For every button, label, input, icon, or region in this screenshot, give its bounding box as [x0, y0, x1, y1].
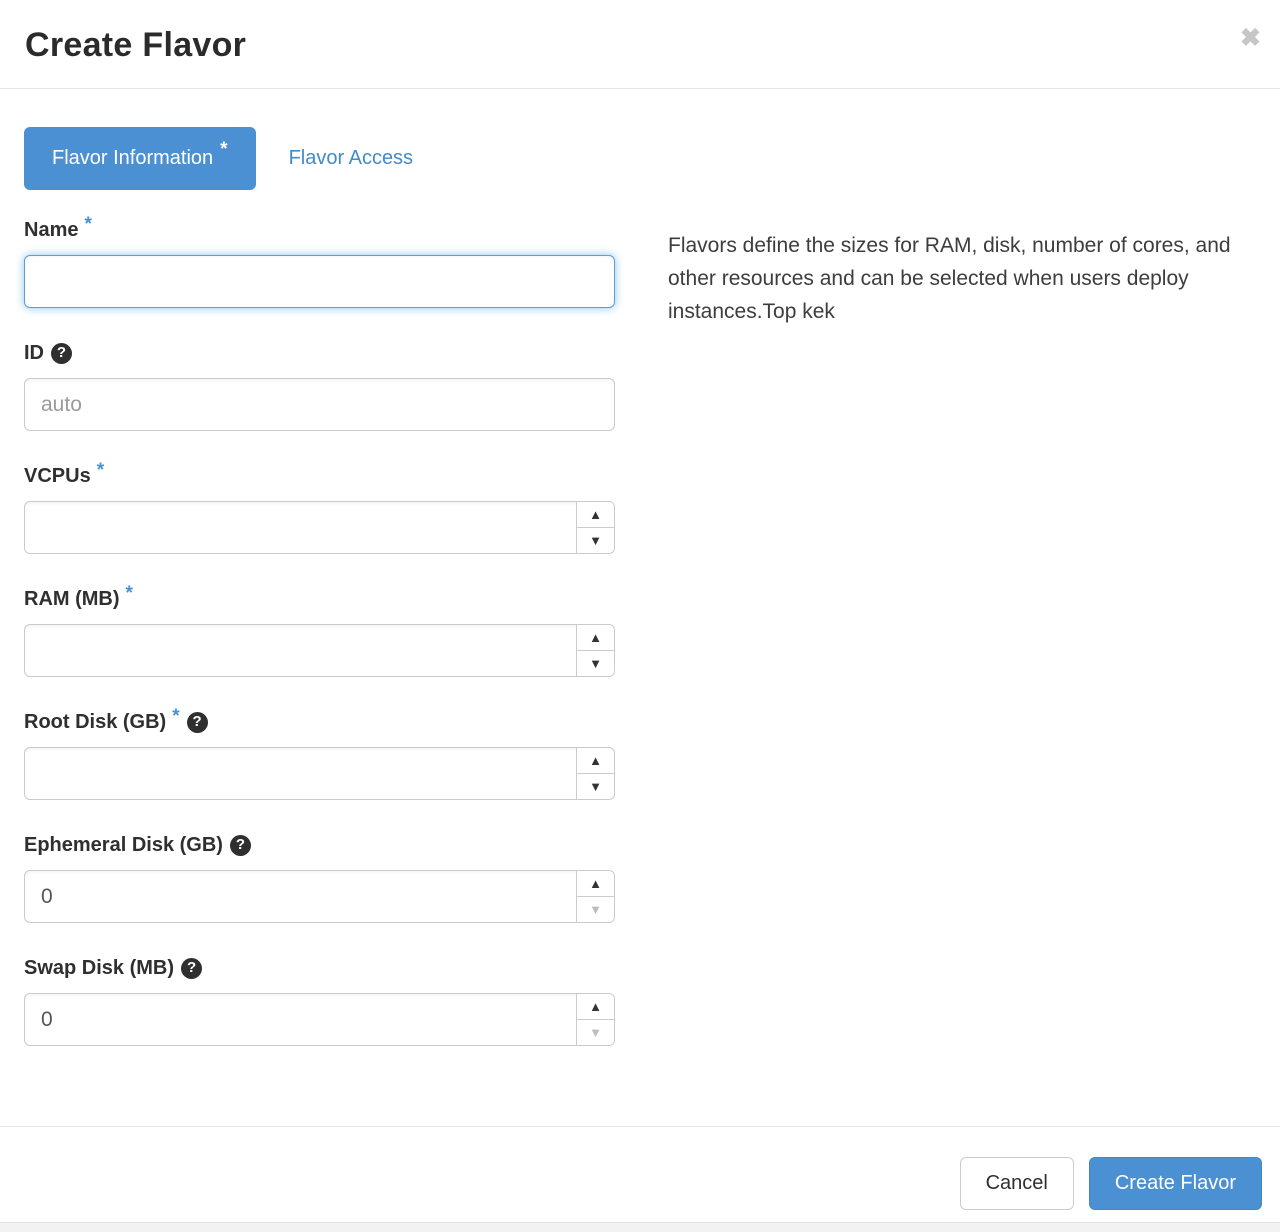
- arrow-up-icon: ▲: [589, 877, 602, 890]
- help-icon[interactable]: ?: [51, 343, 72, 364]
- close-icon[interactable]: ✖: [1240, 26, 1261, 51]
- page-background-strip: [0, 1222, 1280, 1232]
- number-spinner: ▲ ▼: [576, 502, 614, 553]
- input-wrap: [24, 378, 615, 431]
- create-flavor-modal: Create Flavor ✖ Flavor Information * Fla…: [0, 0, 1280, 1232]
- spinner-down-button[interactable]: ▼: [576, 651, 614, 677]
- form-column: Name * ID ? VCPUs * ▲ ▼: [24, 218, 615, 1079]
- spinner-down-button: ▼: [576, 1020, 614, 1046]
- spinner-up-button[interactable]: ▲: [576, 502, 614, 528]
- spinner-up-button[interactable]: ▲: [576, 748, 614, 774]
- spinner-down-button[interactable]: ▼: [576, 528, 614, 554]
- number-spinner: ▲ ▼: [576, 625, 614, 676]
- required-asterisk: *: [126, 584, 133, 603]
- field-label: Name: [24, 218, 78, 242]
- arrow-up-icon: ▲: [589, 631, 602, 644]
- required-asterisk: *: [84, 215, 91, 234]
- modal-footer: Cancel Create Flavor: [0, 1126, 1280, 1222]
- field-input[interactable]: [24, 747, 615, 800]
- spinner-up-button[interactable]: ▲: [576, 994, 614, 1020]
- required-asterisk: *: [220, 139, 227, 161]
- input-wrap: ▲ ▼: [24, 870, 615, 923]
- field-input[interactable]: [24, 993, 615, 1046]
- arrow-down-icon: ▼: [589, 657, 602, 670]
- help-icon[interactable]: ?: [187, 712, 208, 733]
- input-wrap: ▲ ▼: [24, 624, 615, 677]
- field-input[interactable]: [24, 624, 615, 677]
- form-field-swap-disk-mb: Swap Disk (MB) ? ▲ ▼: [24, 956, 615, 1046]
- input-wrap: ▲ ▼: [24, 993, 615, 1046]
- create-flavor-button[interactable]: Create Flavor: [1089, 1157, 1262, 1210]
- field-label: Swap Disk (MB): [24, 956, 174, 980]
- field-label: Root Disk (GB): [24, 710, 166, 734]
- field-input[interactable]: [24, 870, 615, 923]
- number-spinner: ▲ ▼: [576, 994, 614, 1045]
- field-input[interactable]: [24, 255, 615, 308]
- tab-flavor-information[interactable]: Flavor Information *: [24, 127, 256, 190]
- required-asterisk: *: [97, 461, 104, 480]
- arrow-down-icon: ▼: [589, 1026, 602, 1039]
- number-spinner: ▲ ▼: [576, 748, 614, 799]
- form-field-vcpus: VCPUs * ▲ ▼: [24, 464, 615, 554]
- modal-header: Create Flavor ✖: [0, 0, 1280, 89]
- field-label: ID: [24, 341, 44, 365]
- arrow-down-icon: ▼: [589, 780, 602, 793]
- field-label: Ephemeral Disk (GB): [24, 833, 223, 857]
- arrow-down-icon: ▼: [589, 534, 602, 547]
- tab-bar: Flavor Information * Flavor Access: [24, 127, 1256, 190]
- field-label: VCPUs: [24, 464, 91, 488]
- form-field-id: ID ?: [24, 341, 615, 431]
- field-input[interactable]: [24, 378, 615, 431]
- help-icon[interactable]: ?: [181, 958, 202, 979]
- page-title: Create Flavor: [25, 27, 1256, 64]
- form-field-root-disk-gb: Root Disk (GB) * ? ▲ ▼: [24, 710, 615, 800]
- spinner-up-button[interactable]: ▲: [576, 871, 614, 897]
- number-spinner: ▲ ▼: [576, 871, 614, 922]
- required-asterisk: *: [172, 707, 179, 726]
- input-wrap: ▲ ▼: [24, 501, 615, 554]
- input-wrap: ▲ ▼: [24, 747, 615, 800]
- spinner-up-button[interactable]: ▲: [576, 625, 614, 651]
- form-field-ram-mb: RAM (MB) * ▲ ▼: [24, 587, 615, 677]
- tab-flavor-access[interactable]: Flavor Access: [289, 147, 413, 170]
- help-icon[interactable]: ?: [230, 835, 251, 856]
- arrow-up-icon: ▲: [589, 754, 602, 767]
- form-field-name: Name *: [24, 218, 615, 308]
- spinner-down-button[interactable]: ▼: [576, 774, 614, 800]
- form-field-ephemeral-disk-gb: Ephemeral Disk (GB) ? ▲ ▼: [24, 833, 615, 923]
- arrow-up-icon: ▲: [589, 1000, 602, 1013]
- cancel-button[interactable]: Cancel: [960, 1157, 1074, 1210]
- arrow-up-icon: ▲: [589, 508, 602, 521]
- field-label: RAM (MB): [24, 587, 120, 611]
- form-columns: Name * ID ? VCPUs * ▲ ▼: [24, 218, 1256, 1079]
- flavor-description-text: Flavors define the sizes for RAM, disk, …: [668, 218, 1250, 1079]
- input-wrap: [24, 255, 615, 308]
- modal-body: Flavor Information * Flavor Access Name …: [0, 89, 1280, 1126]
- spinner-down-button: ▼: [576, 897, 614, 923]
- tab-label: Flavor Information: [52, 147, 213, 170]
- field-input[interactable]: [24, 501, 615, 554]
- arrow-down-icon: ▼: [589, 903, 602, 916]
